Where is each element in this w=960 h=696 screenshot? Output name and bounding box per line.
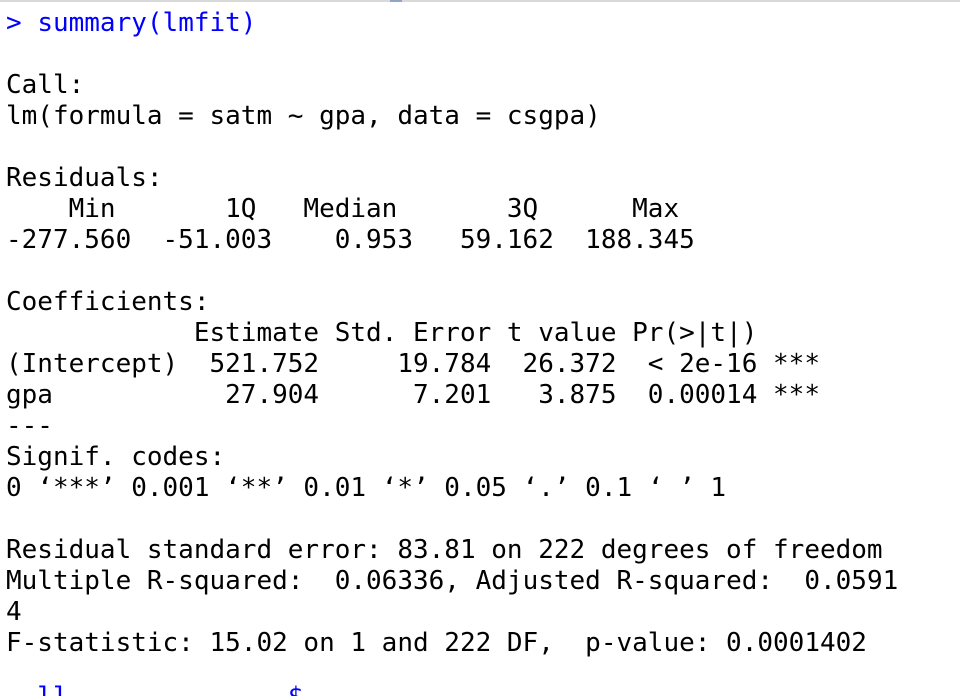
output-line-r-squared: Multiple R-squared: 0.06336, Adjusted R-… [6, 566, 899, 596]
output-line-coefficients-columns: Estimate Std. Error t value Pr(>|t|) [6, 318, 820, 348]
r-console[interactable]: > summary(lmfit) Call: lm(formula = satm… [0, 0, 960, 696]
output-line-coefficient-intercept: (Intercept) 521.752 19.784 26.372 < 2e-1… [6, 349, 820, 379]
output-line-residuals-header: Residuals: [6, 163, 163, 193]
output-line-coefficients-header: Coefficients: [6, 287, 210, 317]
command-text: summary(lmfit) [37, 8, 257, 38]
output-line-residual-se: Residual standard error: 83.81 on 222 de… [6, 535, 883, 565]
output-line-signif-header: Signif. codes: [6, 442, 257, 472]
output-line-residuals-values: -277.560 -51.003 0.953 59.162 188.345 [6, 225, 711, 255]
output-line-f-statistic: F-statistic: 15.02 on 1 and 222 DF, p-va… [6, 628, 867, 658]
output-line-separator: --- [6, 411, 53, 441]
output-line-signif-codes: 0 ‘***’ 0.001 ‘**’ 0.01 ‘*’ 0.05 ‘.’ 0.1… [6, 473, 727, 503]
output-line-coefficient-gpa: gpa 27.904 7.201 3.875 0.00014 *** [6, 380, 820, 410]
output-line-r-squared-wrap: 4 [6, 597, 38, 627]
output-line-call-formula: lm(formula = satm ~ gpa, data = csgpa) [6, 101, 601, 131]
console-output: > summary(lmfit) Call: lm(formula = satm… [6, 8, 960, 659]
scroll-indicator [390, 0, 402, 2]
output-line-residuals-labels: Min 1Q Median 3Q Max [6, 194, 695, 224]
prompt-symbol: > [6, 8, 22, 38]
command-line: > summary(lmfit) [6, 8, 960, 39]
partial-next-line: ll $ [6, 682, 303, 696]
output-line-call-header: Call: [6, 70, 85, 100]
